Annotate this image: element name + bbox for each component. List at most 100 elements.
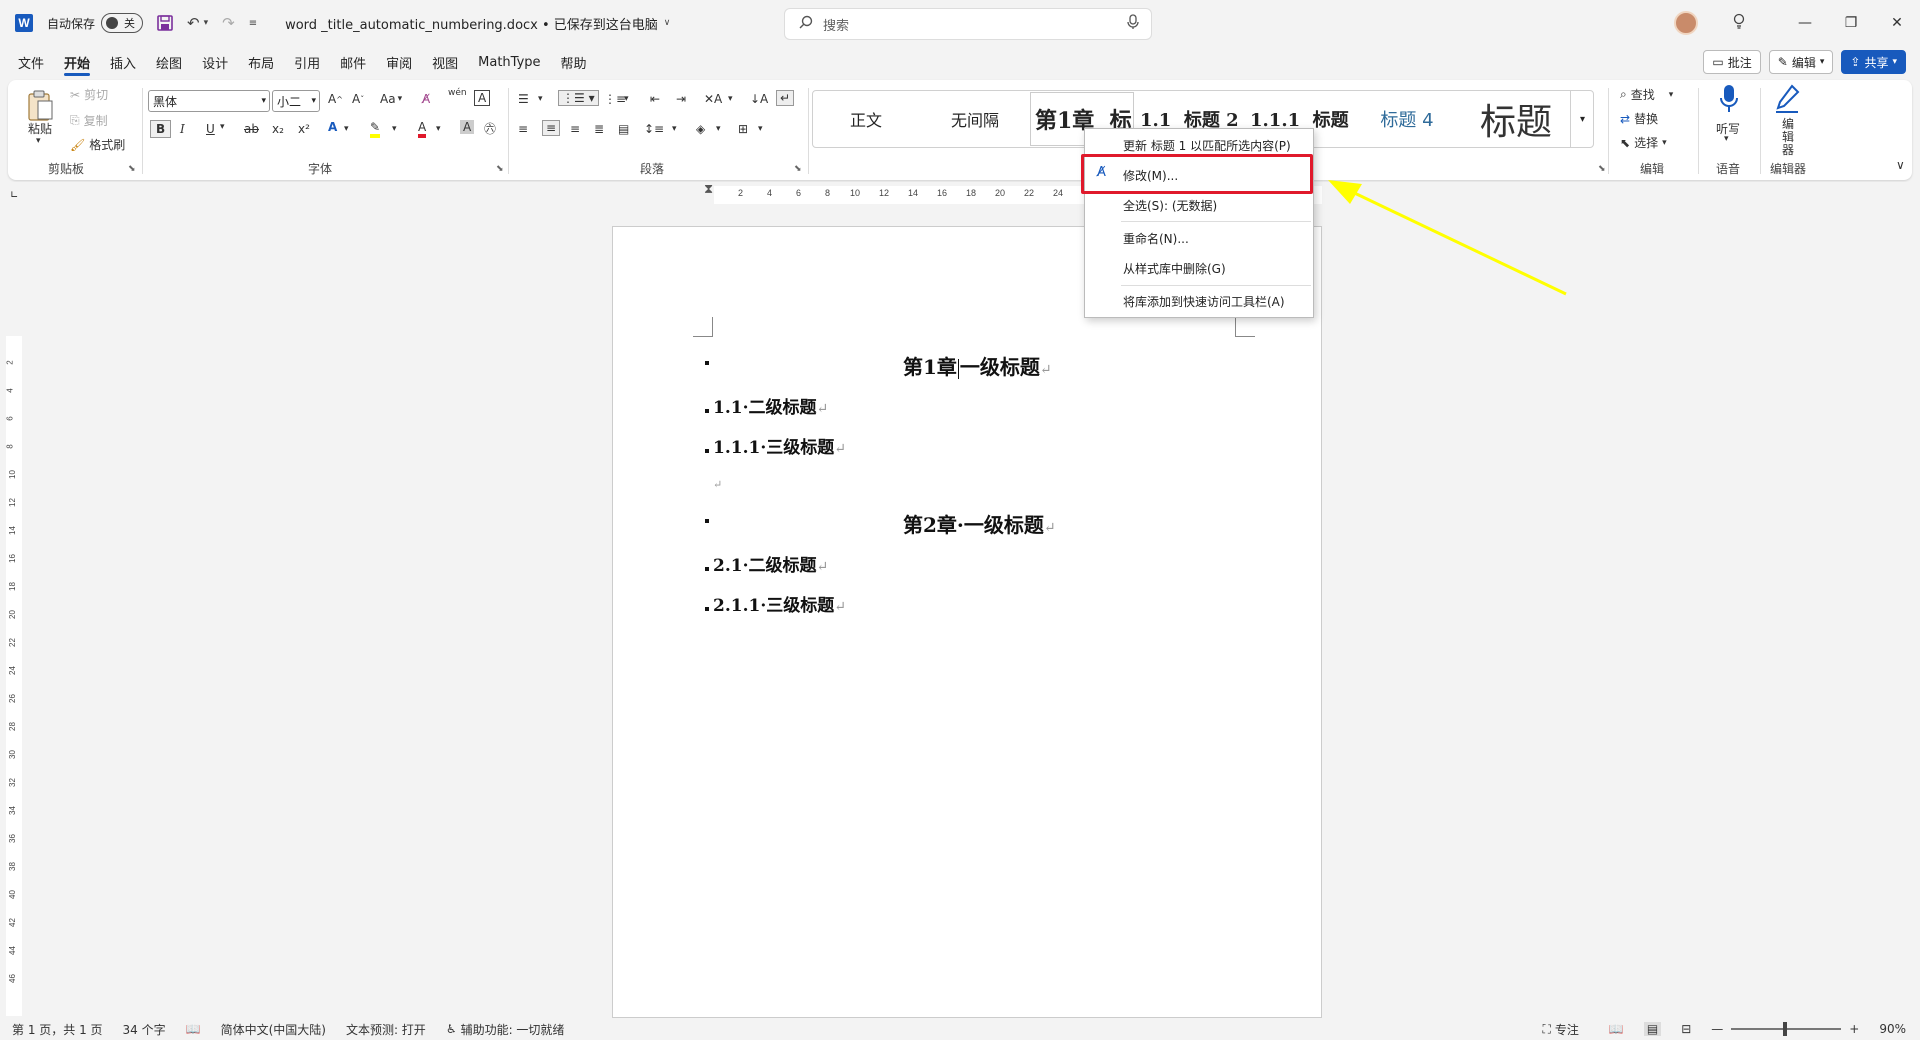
character-shading-icon[interactable]: A: [460, 120, 475, 134]
autosave-toggle[interactable]: 关: [101, 13, 144, 33]
tab-home[interactable]: 开始: [54, 46, 100, 78]
align-left-icon[interactable]: ≡: [518, 122, 528, 136]
increase-indent-icon[interactable]: ⇥: [676, 92, 686, 106]
proofing-icon[interactable]: 📖: [186, 1022, 201, 1036]
underline-button[interactable]: U: [206, 122, 215, 136]
paste-button[interactable]: 粘贴: [28, 120, 52, 137]
character-border-icon[interactable]: A: [474, 90, 491, 106]
italic-button[interactable]: I: [180, 122, 185, 136]
page-count[interactable]: 第 1 页，共 1 页: [12, 1021, 103, 1038]
paste-dropdown-icon[interactable]: ▾: [36, 136, 41, 146]
clear-formatting-icon[interactable]: A̸: [422, 92, 430, 106]
chevron-down-icon[interactable]: ▾: [672, 124, 677, 134]
zoom-out-icon[interactable]: —: [1711, 1022, 1723, 1036]
decrease-indent-icon[interactable]: ⇤: [650, 92, 660, 106]
change-case-button[interactable]: Aa ▾: [380, 92, 402, 106]
chevron-down-icon[interactable]: ▾: [624, 94, 629, 104]
heading-3-1-1-1[interactable]: 1.1.1·三级标题↵: [713, 433, 846, 458]
menu-item-rename[interactable]: 重命名(N)...: [1123, 230, 1189, 247]
style-no-spacing[interactable]: 无间隔: [932, 90, 1018, 148]
shading-icon[interactable]: ◈: [696, 122, 705, 136]
shrink-font-icon[interactable]: Aˇ: [352, 92, 364, 106]
save-icon[interactable]: [157, 15, 173, 31]
tab-review[interactable]: 审阅: [376, 46, 422, 78]
menu-item-remove-from-gallery[interactable]: 从样式库中删除(G): [1123, 260, 1226, 277]
heading-3-2-1-1[interactable]: 2.1.1·三级标题↵: [713, 591, 846, 616]
tab-layout[interactable]: 布局: [238, 46, 284, 78]
close-icon[interactable]: ✕: [1874, 15, 1920, 31]
language-status[interactable]: 简体中文(中国大陆): [221, 1021, 326, 1038]
heading-2-2-1[interactable]: 2.1·二级标题↵: [713, 551, 828, 576]
multilevel-list-icon[interactable]: ⋮≡: [604, 92, 626, 106]
style-heading-4[interactable]: 标题 4: [1364, 90, 1450, 148]
heading-1-chapter-2[interactable]: 第2章·一级标题↵: [903, 509, 1056, 538]
style-normal[interactable]: 正文: [826, 90, 906, 148]
font-size-combo[interactable]: 小二 ▾: [272, 90, 320, 112]
chevron-down-icon[interactable]: ▾: [1724, 134, 1729, 144]
style-title[interactable]: 标题: [1466, 90, 1566, 148]
microphone-icon[interactable]: [1718, 84, 1740, 114]
comments-button[interactable]: ▭ 批注: [1703, 50, 1761, 74]
show-formatting-marks-icon[interactable]: ↵: [776, 90, 795, 106]
font-color-icon[interactable]: A: [418, 120, 427, 138]
lightbulb-icon[interactable]: [1724, 13, 1754, 33]
restore-icon[interactable]: ❐: [1828, 15, 1874, 31]
share-button[interactable]: ⇪ 共享 ▾: [1841, 50, 1906, 74]
bold-button[interactable]: B: [150, 120, 172, 138]
justify-icon[interactable]: ≣: [594, 122, 604, 136]
zoom-level[interactable]: 90%: [1879, 1022, 1906, 1036]
chevron-down-icon[interactable]: ▾: [728, 94, 733, 104]
editor-button[interactable]: 编辑器: [1778, 118, 1798, 157]
chevron-down-icon[interactable]: ▾: [538, 94, 543, 104]
focus-button[interactable]: ⛶ 专注: [1542, 1021, 1578, 1038]
undo-icon[interactable]: ↶: [187, 14, 200, 32]
cut-button[interactable]: ✂ 剪切: [70, 86, 108, 103]
search-box[interactable]: 搜索: [784, 8, 1152, 40]
zoom-slider-thumb[interactable]: [1783, 1022, 1788, 1036]
tab-view[interactable]: 视图: [422, 46, 468, 78]
tab-draw[interactable]: 绘图: [146, 46, 192, 78]
bullets-icon[interactable]: ☰: [518, 92, 529, 106]
styles-gallery-more-icon[interactable]: ▾: [1570, 90, 1594, 148]
subscript-button[interactable]: x₂: [272, 122, 284, 136]
zoom-in-icon[interactable]: +: [1849, 1022, 1859, 1036]
tab-mailings[interactable]: 邮件: [330, 46, 376, 78]
highlighter-icon[interactable]: ✎: [370, 120, 381, 138]
title-dropdown-icon[interactable]: ∨: [664, 18, 671, 28]
chevron-down-icon[interactable]: ▾: [436, 124, 441, 134]
tab-help[interactable]: 帮助: [551, 46, 597, 78]
borders-icon[interactable]: ⊞: [738, 122, 748, 136]
heading-1-chapter-1[interactable]: 第1章 一级标题↵: [903, 351, 1052, 380]
asian-layout-icon[interactable]: ✕A: [704, 92, 722, 106]
indent-marker-icon[interactable]: ⧗: [704, 182, 713, 197]
superscript-button[interactable]: x²: [298, 122, 310, 136]
copy-button[interactable]: ⎘ 复制: [70, 112, 108, 129]
find-button[interactable]: ⌕ 查找 ▾: [1620, 86, 1673, 103]
tab-references[interactable]: 引用: [284, 46, 330, 78]
paste-icon[interactable]: [26, 88, 54, 124]
chevron-down-icon[interactable]: ▾: [392, 124, 397, 134]
grow-font-icon[interactable]: A ^: [328, 92, 343, 106]
chevron-down-icon[interactable]: ▾: [716, 124, 721, 134]
tab-mathtype[interactable]: MathType: [468, 46, 550, 78]
zoom-slider[interactable]: [1731, 1022, 1842, 1036]
customize-qat-icon[interactable]: ≡: [249, 18, 257, 29]
strikethrough-button[interactable]: ab: [244, 122, 259, 136]
select-button[interactable]: ⬉ 选择 ▾: [1620, 134, 1667, 151]
chevron-down-icon[interactable]: ▾: [758, 124, 763, 134]
font-launcher-icon[interactable]: ⬊: [496, 164, 504, 174]
styles-launcher-icon[interactable]: ⬊: [1598, 164, 1606, 174]
chevron-down-icon[interactable]: ▾: [344, 124, 349, 134]
tab-design[interactable]: 设计: [192, 46, 238, 78]
distributed-icon[interactable]: ▤: [618, 122, 629, 136]
tab-insert[interactable]: 插入: [100, 46, 146, 78]
undo-dropdown-icon[interactable]: ▾: [204, 18, 209, 28]
word-count[interactable]: 34 个字: [123, 1021, 166, 1038]
format-painter-button[interactable]: 🖌 格式刷: [70, 136, 125, 153]
menu-item-update-style[interactable]: 更新 标题 1 以匹配所选内容(P): [1123, 137, 1291, 154]
heading-2-1-1[interactable]: 1.1·二级标题↵: [713, 393, 828, 418]
font-name-combo[interactable]: 黑体 ▾: [148, 90, 270, 112]
read-mode-icon[interactable]: 📖: [1609, 1022, 1624, 1036]
empty-paragraph[interactable]: ↵: [713, 477, 722, 492]
redo-icon[interactable]: ↷: [222, 14, 235, 32]
